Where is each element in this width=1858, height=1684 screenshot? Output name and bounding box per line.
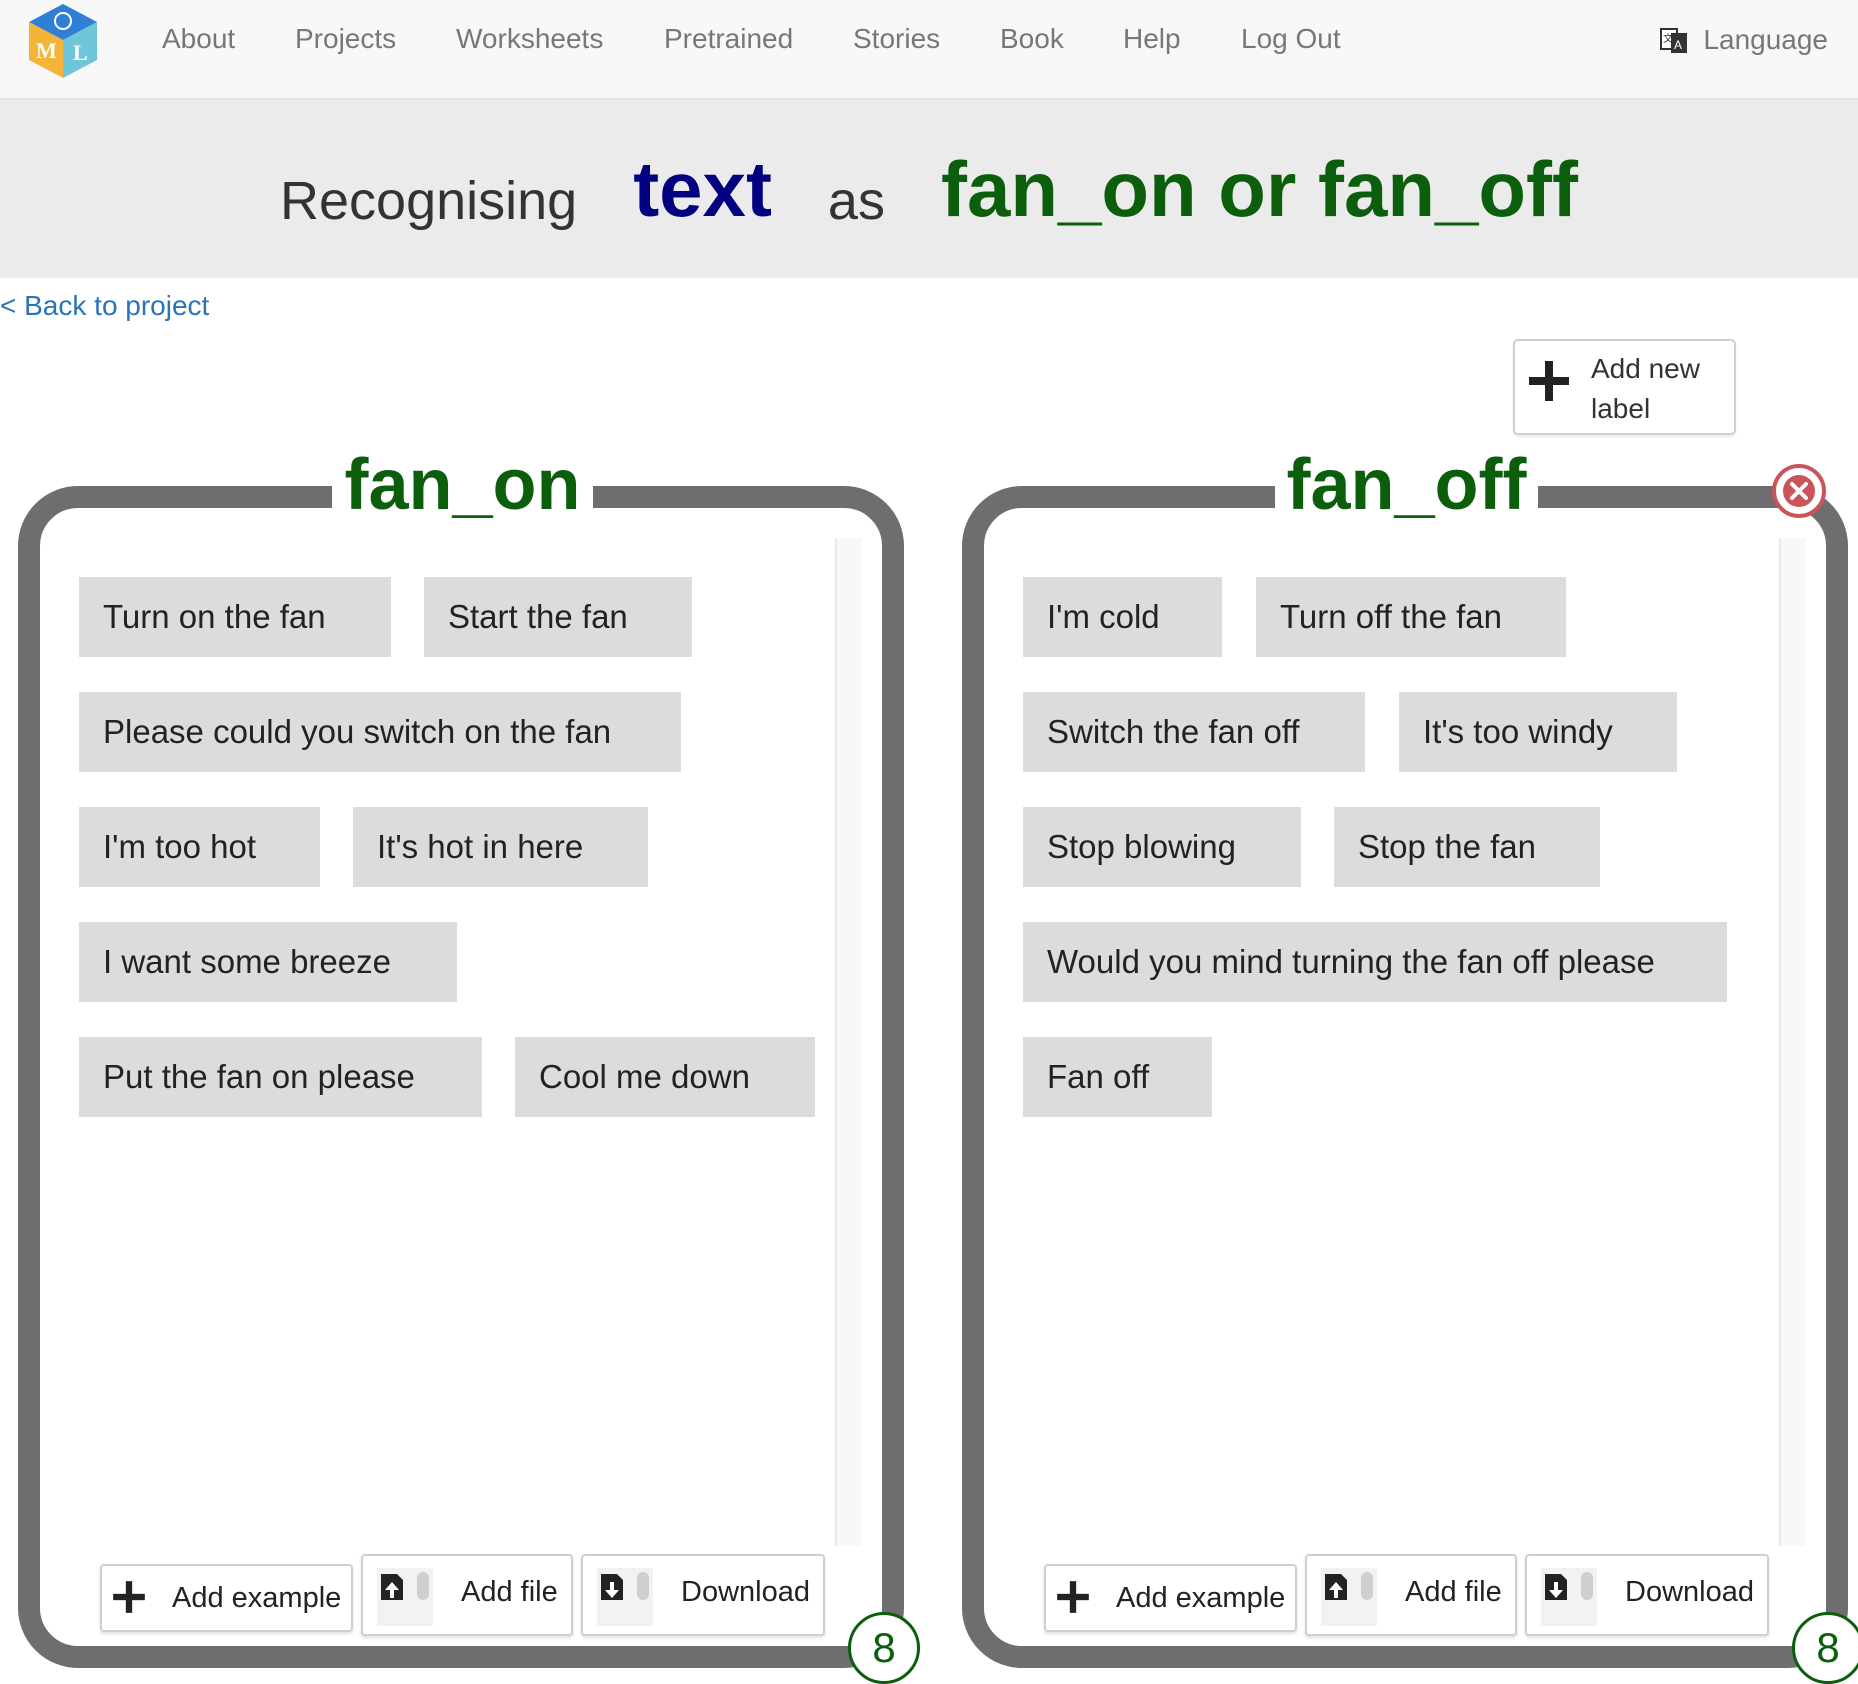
example-chip[interactable]: I'm cold <box>1023 577 1222 657</box>
svg-text:L: L <box>73 40 88 65</box>
example-chip[interactable]: Would you mind turning the fan off pleas… <box>1023 922 1727 1002</box>
example-chip[interactable]: Turn off the fan <box>1256 577 1566 657</box>
banner-prefix: Recognising <box>280 171 578 231</box>
add-file-label: Add file <box>1405 1576 1502 1608</box>
example-count-badge: 8 <box>1792 1612 1858 1684</box>
svg-text:A: A <box>1674 38 1682 52</box>
upload-file-icon <box>377 1568 433 1626</box>
example-chip[interactable]: I want some breeze <box>79 922 457 1002</box>
banner-middle: as <box>827 171 885 231</box>
add-new-label-text: Add new label <box>1591 353 1700 424</box>
example-chip[interactable]: Fan off <box>1023 1037 1212 1117</box>
example-chip[interactable]: It's too windy <box>1399 692 1677 772</box>
logo-cube-icon[interactable]: M L <box>27 2 99 80</box>
panel-title: fan_off <box>944 440 1858 530</box>
example-chip[interactable]: Start the fan <box>424 577 692 657</box>
example-chip[interactable]: Turn on the fan <box>79 577 391 657</box>
language-icon: A 文 <box>1660 28 1688 53</box>
download-label: Download <box>1625 1576 1754 1608</box>
nav-stories[interactable]: Stories <box>853 22 940 56</box>
back-to-project-link[interactable]: < Back to project <box>0 290 209 322</box>
upload-file-icon <box>1321 1568 1377 1626</box>
add-example-label: Add example <box>172 1582 342 1614</box>
download-label: Download <box>681 1576 810 1608</box>
nav-worksheets[interactable]: Worksheets <box>456 22 603 56</box>
example-count-badge: 8 <box>848 1612 920 1684</box>
navbar: M L About Projects Worksheets Pretrained… <box>0 0 1858 100</box>
example-chip[interactable]: I'm too hot <box>79 807 320 887</box>
label-panel-fan-off: fan_off I'm cold Turn off the fan Switch… <box>944 440 1858 1684</box>
example-chip[interactable]: Switch the fan off <box>1023 692 1365 772</box>
nav-projects[interactable]: Projects <box>295 22 396 56</box>
plus-icon <box>1057 1581 1089 1613</box>
example-chip[interactable]: Stop blowing <box>1023 807 1301 887</box>
download-button[interactable]: Download <box>581 1554 825 1636</box>
banner-type: text <box>633 144 772 233</box>
nav-book[interactable]: Book <box>1000 22 1064 56</box>
panel-title: fan_on <box>0 440 925 530</box>
language-menu[interactable]: A 文 Language <box>1659 22 1828 58</box>
delete-circle-x-icon[interactable] <box>1771 463 1827 519</box>
banner-labels: fan_on or fan_off <box>940 144 1578 233</box>
example-chip[interactable]: Put the fan on please <box>79 1037 482 1117</box>
example-chip[interactable]: Please could you switch on the fan <box>79 692 681 772</box>
example-chip[interactable]: It's hot in here <box>353 807 648 887</box>
example-chip[interactable]: Stop the fan <box>1334 807 1600 887</box>
add-new-label-button[interactable]: Add new label <box>1513 339 1736 435</box>
example-chip[interactable]: Cool me down <box>515 1037 815 1117</box>
download-file-icon <box>1541 1568 1597 1626</box>
label-panel-fan-on: fan_on Turn on the fan Start the fan Ple… <box>0 440 925 1684</box>
add-file-button[interactable]: Add file <box>1305 1554 1517 1636</box>
add-example-button[interactable]: Add example <box>100 1564 353 1632</box>
add-example-button[interactable]: Add example <box>1044 1564 1297 1632</box>
nav-pretrained[interactable]: Pretrained <box>664 22 793 56</box>
page-banner: Recognising text as fan_on or fan_off <box>0 100 1858 278</box>
plus-icon <box>1529 361 1569 401</box>
nav-help[interactable]: Help <box>1123 22 1181 56</box>
svg-text:文: 文 <box>1663 32 1673 45</box>
download-button[interactable]: Download <box>1525 1554 1769 1636</box>
svg-text:M: M <box>36 38 57 63</box>
plus-icon <box>113 1581 145 1613</box>
add-file-label: Add file <box>461 1576 558 1608</box>
nav-log-out[interactable]: Log Out <box>1241 22 1341 56</box>
label-name-fan-off: fan_off <box>1274 440 1539 530</box>
nav-about[interactable]: About <box>162 22 235 56</box>
download-file-icon <box>597 1568 653 1626</box>
label-name-fan-on: fan_on <box>332 440 593 530</box>
language-label: Language <box>1703 24 1828 55</box>
add-example-label: Add example <box>1116 1582 1286 1614</box>
panel-scrollbar[interactable] <box>1779 538 1805 1546</box>
add-file-button[interactable]: Add file <box>361 1554 573 1636</box>
panel-scrollbar[interactable] <box>835 538 861 1546</box>
